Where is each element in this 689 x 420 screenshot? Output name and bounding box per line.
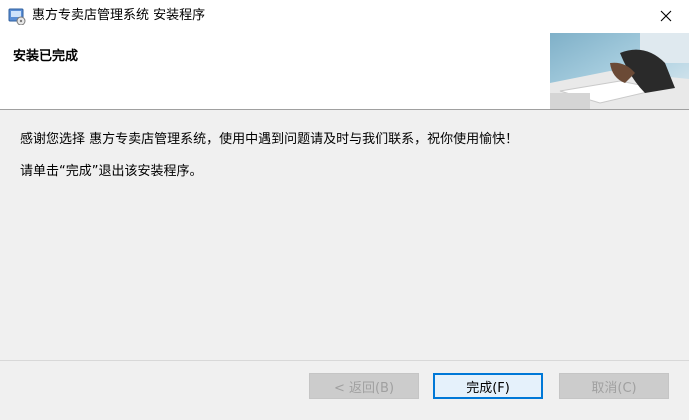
back-button[interactable]: < 返回(B) bbox=[309, 373, 419, 399]
instruction-message: 请单击“完成”退出该安装程序。 bbox=[20, 164, 203, 179]
installer-app-icon bbox=[8, 7, 26, 26]
window-title: 惠方专卖店管理系统 安装程序 bbox=[32, 8, 206, 23]
cancel-button[interactable]: 取消(C) bbox=[559, 373, 669, 399]
thanks-message: 感谢您选择 惠方专卖店管理系统，使用中遇到问题请及时与我们联系，祝你使用愉快！ bbox=[20, 132, 519, 147]
page-title: 安装已完成 bbox=[13, 49, 79, 64]
footer-divider bbox=[0, 360, 689, 361]
close-button[interactable] bbox=[643, 0, 689, 33]
close-icon bbox=[660, 7, 672, 26]
finish-button[interactable]: 完成(F) bbox=[433, 373, 543, 399]
title-bar: 惠方专卖店管理系统 安装程序 bbox=[0, 0, 689, 33]
banner-image bbox=[550, 33, 689, 109]
header-banner: 安装已完成 bbox=[0, 33, 689, 110]
